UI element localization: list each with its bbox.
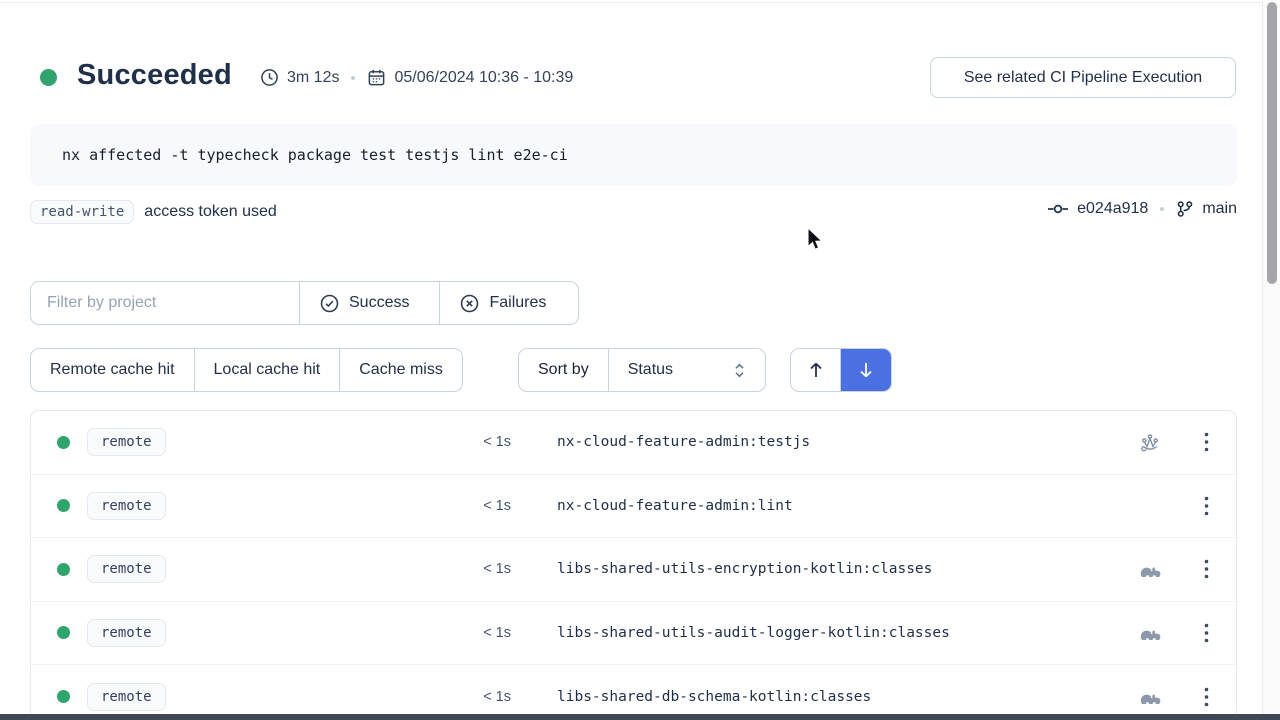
commit-sha[interactable]: e024a918 xyxy=(1077,200,1148,218)
separator-dot xyxy=(1160,207,1164,211)
token-text: access token used xyxy=(144,203,277,221)
token-scope-badge: read-write xyxy=(30,200,134,224)
failures-filter-label: Failures xyxy=(489,294,546,312)
task-name: libs-shared-db-schema-kotlin:classes xyxy=(557,689,871,705)
bottom-bar xyxy=(0,714,1280,720)
branch-icon xyxy=(1176,200,1194,218)
kebab-icon[interactable] xyxy=(1197,623,1215,643)
cache-miss-label: Cache miss xyxy=(359,361,443,379)
jest-icon xyxy=(1137,431,1163,453)
kebab-icon[interactable] xyxy=(1197,432,1215,452)
mouse-cursor xyxy=(806,227,825,253)
check-circle-icon xyxy=(319,293,340,314)
run-meta: 3m 12s 05/06/2024 10:36 - 10:39 xyxy=(260,68,573,87)
success-filter-label: Success xyxy=(349,294,409,312)
kebab-icon[interactable] xyxy=(1197,687,1215,707)
project-filter-group: Success Failures xyxy=(30,281,579,325)
kebab-icon[interactable] xyxy=(1197,496,1215,516)
task-status-dot xyxy=(57,563,70,576)
clock-icon xyxy=(260,68,279,87)
run-datetime: 05/06/2024 10:36 - 10:39 xyxy=(394,69,573,87)
task-row[interactable]: remote < 1s libs-shared-db-schema-kotlin… xyxy=(31,665,1236,720)
cache-source-badge: remote xyxy=(87,555,166,583)
task-name: libs-shared-utils-audit-logger-kotlin:cl… xyxy=(557,625,950,641)
related-ci-pipeline-button[interactable]: See related CI Pipeline Execution xyxy=(930,57,1236,98)
calendar-icon xyxy=(367,68,386,87)
commit-icon xyxy=(1047,202,1069,216)
scrollbar-thumb[interactable] xyxy=(1267,2,1277,284)
task-duration: < 1s xyxy=(421,625,511,641)
scrollbar-track[interactable] xyxy=(1262,0,1280,720)
cache-filter-group: Remote cache hit Local cache hit Cache m… xyxy=(30,348,463,392)
cache-source-badge: remote xyxy=(87,428,166,456)
token-row: read-write access token used xyxy=(30,200,277,224)
gradle-icon xyxy=(1137,561,1163,578)
task-duration: < 1s xyxy=(421,689,511,705)
kebab-icon[interactable] xyxy=(1197,559,1215,579)
task-status-dot xyxy=(57,499,70,512)
success-filter-button[interactable]: Success xyxy=(300,282,440,324)
cache-source-badge: remote xyxy=(87,619,166,647)
local-cache-hit-button[interactable]: Local cache hit xyxy=(195,349,341,391)
project-filter-input[interactable] xyxy=(31,294,299,312)
arrow-down-icon xyxy=(857,360,875,380)
sort-group: Sort by Status xyxy=(518,348,766,392)
failures-filter-button[interactable]: Failures xyxy=(440,282,578,324)
status-dot xyxy=(40,69,57,86)
cache-source-badge: remote xyxy=(87,683,166,711)
gradle-icon xyxy=(1137,624,1163,641)
sort-select-value: Status xyxy=(628,361,673,379)
task-name: nx-cloud-feature-admin:testjs xyxy=(557,434,810,450)
task-row[interactable]: remote < 1s nx-cloud-feature-admin:testj… xyxy=(31,411,1236,475)
cache-source-badge: remote xyxy=(87,492,166,520)
sort-by-label: Sort by xyxy=(519,349,609,391)
arrow-up-icon xyxy=(807,360,825,380)
local-cache-hit-label: Local cache hit xyxy=(214,361,321,379)
task-row[interactable]: remote < 1s nx-cloud-feature-admin:lint xyxy=(31,475,1236,539)
remote-cache-hit-label: Remote cache hit xyxy=(50,361,175,379)
task-name: libs-shared-utils-encryption-kotlin:clas… xyxy=(557,561,932,577)
task-name: nx-cloud-feature-admin:lint xyxy=(557,498,793,514)
separator-dot xyxy=(351,76,355,80)
command-block: nx affected -t typecheck package test te… xyxy=(30,124,1237,186)
task-row[interactable]: remote < 1s libs-shared-utils-encryption… xyxy=(31,538,1236,602)
task-status-dot xyxy=(57,436,70,449)
cache-miss-button[interactable]: Cache miss xyxy=(340,349,462,391)
sort-direction-group xyxy=(790,348,892,392)
sort-ascending-button[interactable] xyxy=(791,349,841,391)
task-status-dot xyxy=(57,626,70,639)
task-list: remote < 1s nx-cloud-feature-admin:testj… xyxy=(30,410,1237,720)
vcs-meta: e024a918 main xyxy=(1020,200,1237,218)
task-row[interactable]: remote < 1s libs-shared-utils-audit-logg… xyxy=(31,602,1236,666)
gradle-icon xyxy=(1137,688,1163,705)
task-status-dot xyxy=(57,690,70,703)
run-duration: 3m 12s xyxy=(287,69,339,87)
sort-descending-button[interactable] xyxy=(841,349,891,391)
task-duration: < 1s xyxy=(421,434,511,450)
filter-input-wrap xyxy=(31,282,300,324)
page-title: Succeeded xyxy=(77,59,232,92)
sort-select[interactable]: Status xyxy=(609,349,765,391)
x-circle-icon xyxy=(459,293,480,314)
task-duration: < 1s xyxy=(421,561,511,577)
top-divider xyxy=(0,2,1280,3)
branch-name[interactable]: main xyxy=(1202,200,1237,218)
remote-cache-hit-button[interactable]: Remote cache hit xyxy=(31,349,195,391)
chevrons-icon xyxy=(733,362,746,379)
task-duration: < 1s xyxy=(421,498,511,514)
